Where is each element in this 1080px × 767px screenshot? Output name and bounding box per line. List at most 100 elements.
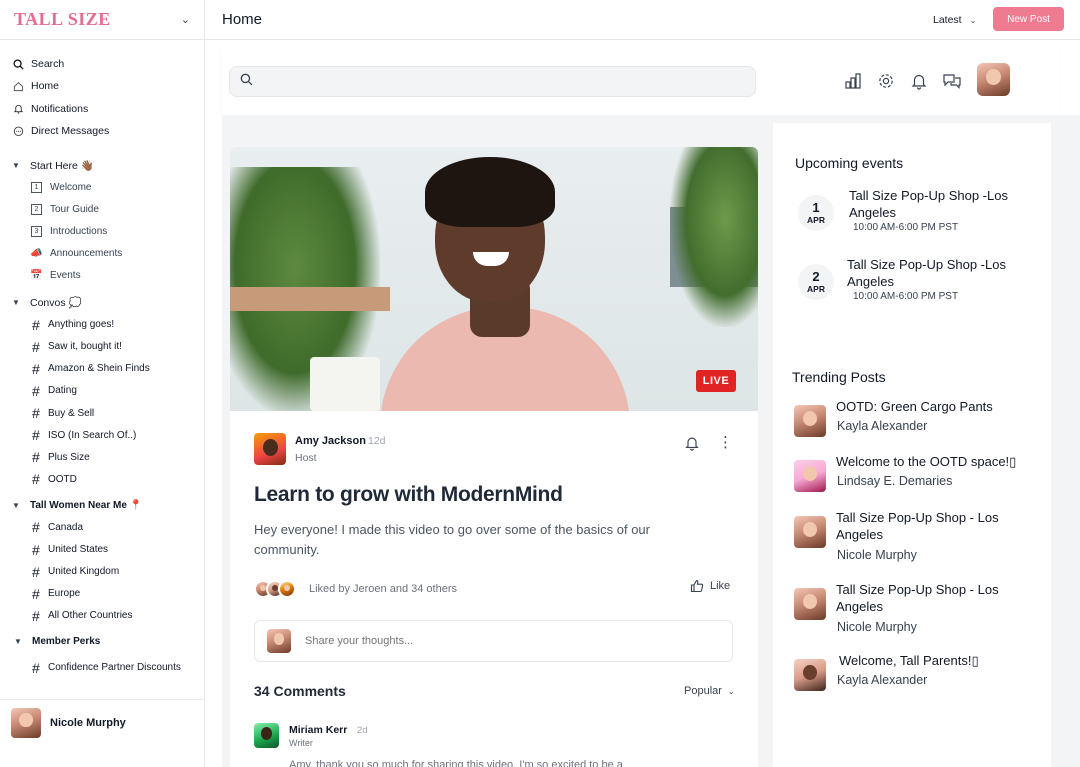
- sidebar-item-welcome[interactable]: 1 Welcome: [0, 176, 204, 198]
- group-label: Start Here 👋🏾: [30, 159, 94, 172]
- channel-item[interactable]: # United Kingdom: [0, 561, 204, 583]
- brand-logo: TALL SIZE: [14, 9, 111, 29]
- upcoming-events-heading: Upcoming events: [795, 155, 904, 171]
- live-video[interactable]: LIVE: [230, 147, 758, 411]
- likes-row: Liked by Jeroen and 34 others Like: [254, 577, 734, 601]
- new-post-button[interactable]: New Post: [993, 7, 1064, 31]
- avatar[interactable]: [977, 63, 1010, 96]
- comment-text: Amy, thank you so much for sharing this …: [289, 759, 623, 767]
- group-label: Convos 💭: [30, 297, 82, 310]
- post-author-role: Host: [295, 452, 317, 464]
- event-day: 1: [812, 200, 820, 215]
- hash-icon: #: [32, 607, 40, 624]
- channel-label: Dating: [48, 385, 77, 397]
- channel-item[interactable]: # Dating: [0, 380, 204, 402]
- group-tall-women-near-me[interactable]: ▼ Tall Women Near Me 📍: [0, 494, 204, 516]
- group-convos[interactable]: ▼ Convos 💭: [0, 292, 204, 314]
- current-user[interactable]: Nicole Murphy: [0, 699, 205, 745]
- sidebar-item-label: Home: [31, 80, 60, 93]
- post-title: Learn to grow with ModernMind: [254, 483, 563, 506]
- channel-item[interactable]: # All Other Countries: [0, 605, 204, 627]
- sidebar-item-notifications[interactable]: Notifications: [0, 98, 204, 120]
- avatar[interactable]: [254, 723, 279, 748]
- calendar-icon: 📅: [30, 270, 43, 282]
- sidebar-item-label: Introductions: [50, 225, 108, 237]
- sidebar-item-direct-messages[interactable]: Direct Messages: [0, 120, 204, 142]
- channel-item[interactable]: # Anything goes!: [0, 314, 204, 336]
- sidebar-item-label: Events: [50, 270, 81, 282]
- sidebar-item-home[interactable]: Home: [0, 75, 204, 97]
- channel-item[interactable]: # Canada: [0, 516, 204, 538]
- gear-icon[interactable]: [869, 70, 902, 92]
- hash-icon: #: [32, 427, 40, 444]
- trending-title[interactable]: Tall Size Pop-Up Shop - Los Angeles: [836, 509, 1026, 543]
- channel-item[interactable]: # Confidence Partner Discounts: [0, 657, 204, 679]
- trending-title[interactable]: Tall Size Pop-Up Shop - Los Angeles: [836, 581, 1026, 615]
- share-box[interactable]: [254, 620, 733, 662]
- group-member-perks[interactable]: ▼ Member Perks: [0, 631, 204, 653]
- avatar[interactable]: [254, 433, 286, 465]
- live-badge: LIVE: [696, 370, 736, 392]
- sidebar-item-search[interactable]: Search: [0, 53, 204, 75]
- number-three-icon: 3: [31, 225, 42, 237]
- trending-author: Kayla Alexander: [837, 673, 928, 687]
- liked-by-text[interactable]: Liked by Jeroen and 34 others: [309, 583, 457, 595]
- post-author[interactable]: Amy Jackson: [295, 435, 366, 447]
- post-author-row: Amy Jackson 12d Host ⋮: [254, 433, 734, 467]
- messages-icon[interactable]: [935, 70, 968, 92]
- event-date: 2 APR: [798, 264, 834, 300]
- trending-title[interactable]: Welcome, Tall Parents!▯: [839, 652, 1039, 669]
- comment-author[interactable]: Miriam Kerr: [289, 724, 347, 736]
- search-input[interactable]: [261, 75, 741, 88]
- channel-item[interactable]: # Saw it, bought it!: [0, 336, 204, 358]
- chevron-down-icon: ▼: [12, 500, 20, 510]
- hash-icon: #: [32, 338, 40, 355]
- leaderboard-icon[interactable]: [836, 70, 869, 92]
- featured-post: LIVE Amy Jackson 12d Host ⋮ Learn to gro…: [230, 147, 758, 767]
- comment-input[interactable]: [305, 635, 705, 647]
- group-start-here[interactable]: ▼ Start Here 👋🏾: [0, 154, 204, 176]
- sidebar-item-label: Notifications: [31, 102, 89, 115]
- page-title: Home: [222, 11, 263, 28]
- bell-icon[interactable]: [684, 435, 700, 456]
- more-options-icon[interactable]: ⋮: [718, 433, 733, 451]
- sidebar-item-introductions[interactable]: 3 Introductions: [0, 220, 204, 242]
- sidebar-item-tour-guide[interactable]: 2 Tour Guide: [0, 198, 204, 220]
- trending-posts-heading: Trending Posts: [792, 369, 886, 385]
- chevron-down-icon[interactable]: ⌄: [181, 13, 190, 26]
- avatar: [794, 405, 826, 437]
- post-timestamp: 12d: [368, 435, 386, 447]
- sidebar-item-label: Announcements: [50, 248, 123, 260]
- channel-label: Plus Size: [48, 451, 90, 463]
- hash-icon: #: [32, 659, 40, 676]
- bell-icon[interactable]: [902, 70, 935, 92]
- brand-header[interactable]: TALL SIZE ⌄: [0, 0, 204, 40]
- bell-icon: [12, 103, 25, 114]
- like-button[interactable]: Like: [690, 579, 730, 593]
- search-bar[interactable]: [229, 66, 756, 97]
- sidebar-item-events[interactable]: 📅 Events: [0, 265, 204, 287]
- avatar: [794, 460, 826, 492]
- channel-label: Anything goes!: [48, 319, 115, 331]
- hash-icon: #: [32, 449, 40, 466]
- channel-item[interactable]: # United States: [0, 539, 204, 561]
- channel-label: United Kingdom: [48, 566, 120, 578]
- channel-item[interactable]: # Buy & Sell: [0, 402, 204, 424]
- channel-item[interactable]: # OOTD: [0, 468, 204, 490]
- sort-dropdown[interactable]: Latest ⌄: [933, 14, 976, 26]
- event-title[interactable]: Tall Size Pop-Up Shop -Los Angeles: [847, 256, 1027, 290]
- avatar: [11, 707, 41, 738]
- sidebar-item-label: Tour Guide: [50, 203, 99, 215]
- channel-item[interactable]: # ISO (In Search Of..): [0, 424, 204, 446]
- trending-title[interactable]: OOTD: Green Cargo Pants: [836, 398, 1036, 415]
- event-title[interactable]: Tall Size Pop-Up Shop -Los Angeles: [849, 187, 1029, 221]
- chevron-down-icon: ⌄: [727, 687, 735, 696]
- channel-item[interactable]: # Plus Size: [0, 446, 204, 468]
- liker-avatars[interactable]: [254, 580, 296, 598]
- comments-sort-dropdown[interactable]: Popular ⌄: [684, 685, 735, 697]
- sidebar-item-announcements[interactable]: 📣 Announcements: [0, 242, 204, 264]
- channel-item[interactable]: # Amazon & Shein Finds: [0, 358, 204, 380]
- trending-title[interactable]: Welcome to the OOTD space!▯: [836, 453, 1036, 470]
- channel-item[interactable]: # Europe: [0, 583, 204, 605]
- hash-icon: #: [32, 382, 40, 399]
